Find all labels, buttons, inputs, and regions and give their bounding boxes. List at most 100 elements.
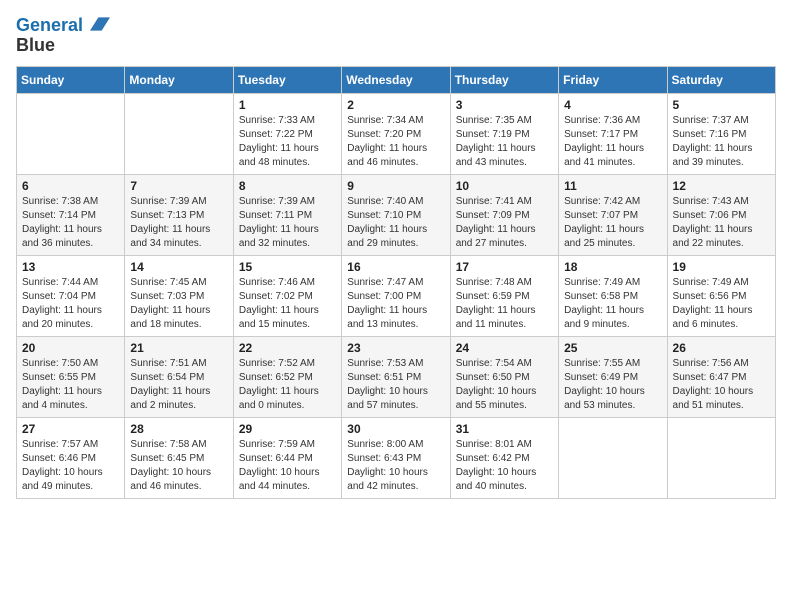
day-number: 20 xyxy=(22,341,119,355)
calendar-table: SundayMondayTuesdayWednesdayThursdayFrid… xyxy=(16,66,776,499)
day-number: 28 xyxy=(130,422,227,436)
day-info: Sunrise: 7:49 AM Sunset: 6:58 PM Dayligh… xyxy=(564,276,661,332)
weekday-header-cell: Thursday xyxy=(450,66,558,93)
calendar-week-row: 27 Sunrise: 7:57 AM Sunset: 6:46 PM Dayli… xyxy=(17,417,776,498)
calendar-cell: 5 Sunrise: 7:37 AM Sunset: 7:16 PM Daylig… xyxy=(667,93,775,174)
calendar-body: 1 Sunrise: 7:33 AM Sunset: 7:22 PM Daylig… xyxy=(17,93,776,498)
calendar-cell xyxy=(17,93,125,174)
day-number: 27 xyxy=(22,422,119,436)
calendar-week-row: 13 Sunrise: 7:44 AM Sunset: 7:04 PM Dayli… xyxy=(17,255,776,336)
day-info: Sunrise: 7:33 AM Sunset: 7:22 PM Dayligh… xyxy=(239,114,336,170)
day-number: 9 xyxy=(347,179,444,193)
calendar-cell: 2 Sunrise: 7:34 AM Sunset: 7:20 PM Daylig… xyxy=(342,93,450,174)
calendar-cell: 18 Sunrise: 7:49 AM Sunset: 6:58 PM Dayli… xyxy=(559,255,667,336)
calendar-week-row: 20 Sunrise: 7:50 AM Sunset: 6:55 PM Dayli… xyxy=(17,336,776,417)
day-info: Sunrise: 7:34 AM Sunset: 7:20 PM Dayligh… xyxy=(347,114,444,170)
day-number: 14 xyxy=(130,260,227,274)
logo-text: General xyxy=(16,16,110,36)
day-number: 13 xyxy=(22,260,119,274)
day-number: 31 xyxy=(456,422,553,436)
calendar-cell: 16 Sunrise: 7:47 AM Sunset: 7:00 PM Dayli… xyxy=(342,255,450,336)
calendar-cell: 14 Sunrise: 7:45 AM Sunset: 7:03 PM Dayli… xyxy=(125,255,233,336)
day-number: 2 xyxy=(347,98,444,112)
calendar-cell: 25Sunrise: 7:55 AM Sunset: 6:49 PM Dayli… xyxy=(559,336,667,417)
day-info: Sunrise: 7:41 AM Sunset: 7:09 PM Dayligh… xyxy=(456,195,553,251)
day-number: 18 xyxy=(564,260,661,274)
day-info: Sunrise: 7:40 AM Sunset: 7:10 PM Dayligh… xyxy=(347,195,444,251)
day-number: 23 xyxy=(347,341,444,355)
day-info: Sunrise: 7:58 AM Sunset: 6:45 PM Dayligh… xyxy=(130,438,227,494)
calendar-cell: 8 Sunrise: 7:39 AM Sunset: 7:11 PM Daylig… xyxy=(233,174,341,255)
weekday-header-cell: Wednesday xyxy=(342,66,450,93)
calendar-cell: 12 Sunrise: 7:43 AM Sunset: 7:06 PM Dayli… xyxy=(667,174,775,255)
page-header: General Blue xyxy=(16,16,776,56)
day-number: 12 xyxy=(673,179,770,193)
calendar-cell: 21Sunrise: 7:51 AM Sunset: 6:54 PM Dayli… xyxy=(125,336,233,417)
day-info: Sunrise: 7:50 AM Sunset: 6:55 PM Dayligh… xyxy=(22,357,119,413)
calendar-cell: 11 Sunrise: 7:42 AM Sunset: 7:07 PM Dayli… xyxy=(559,174,667,255)
calendar-week-row: 6Sunrise: 7:38 AM Sunset: 7:14 PM Daylig… xyxy=(17,174,776,255)
calendar-cell: 19 Sunrise: 7:49 AM Sunset: 6:56 PM Dayli… xyxy=(667,255,775,336)
day-info: Sunrise: 7:43 AM Sunset: 7:06 PM Dayligh… xyxy=(673,195,770,251)
calendar-cell: 1 Sunrise: 7:33 AM Sunset: 7:22 PM Daylig… xyxy=(233,93,341,174)
calendar-cell: 29Sunrise: 7:59 AM Sunset: 6:44 PM Dayli… xyxy=(233,417,341,498)
day-info: Sunrise: 7:45 AM Sunset: 7:03 PM Dayligh… xyxy=(130,276,227,332)
day-number: 26 xyxy=(673,341,770,355)
calendar-cell: 9 Sunrise: 7:40 AM Sunset: 7:10 PM Daylig… xyxy=(342,174,450,255)
calendar-cell: 28 Sunrise: 7:58 AM Sunset: 6:45 PM Dayli… xyxy=(125,417,233,498)
day-number: 11 xyxy=(564,179,661,193)
day-info: Sunrise: 7:48 AM Sunset: 6:59 PM Dayligh… xyxy=(456,276,553,332)
calendar-cell: 10Sunrise: 7:41 AM Sunset: 7:09 PM Dayli… xyxy=(450,174,558,255)
weekday-header-cell: Saturday xyxy=(667,66,775,93)
calendar-cell: 6Sunrise: 7:38 AM Sunset: 7:14 PM Daylig… xyxy=(17,174,125,255)
day-info: Sunrise: 7:37 AM Sunset: 7:16 PM Dayligh… xyxy=(673,114,770,170)
day-info: Sunrise: 7:56 AM Sunset: 6:47 PM Dayligh… xyxy=(673,357,770,413)
day-info: Sunrise: 7:57 AM Sunset: 6:46 PM Dayligh… xyxy=(22,438,119,494)
day-number: 19 xyxy=(673,260,770,274)
calendar-cell: 13 Sunrise: 7:44 AM Sunset: 7:04 PM Dayli… xyxy=(17,255,125,336)
calendar-cell: 24Sunrise: 7:54 AM Sunset: 6:50 PM Dayli… xyxy=(450,336,558,417)
calendar-cell xyxy=(125,93,233,174)
logo: General Blue xyxy=(16,16,110,56)
weekday-header-cell: Tuesday xyxy=(233,66,341,93)
day-info: Sunrise: 7:53 AM Sunset: 6:51 PM Dayligh… xyxy=(347,357,444,413)
weekday-header-cell: Monday xyxy=(125,66,233,93)
weekday-header-cell: Sunday xyxy=(17,66,125,93)
calendar-cell: 27 Sunrise: 7:57 AM Sunset: 6:46 PM Dayli… xyxy=(17,417,125,498)
day-number: 5 xyxy=(673,98,770,112)
calendar-cell: 30Sunrise: 8:00 AM Sunset: 6:43 PM Dayli… xyxy=(342,417,450,498)
day-info: Sunrise: 7:49 AM Sunset: 6:56 PM Dayligh… xyxy=(673,276,770,332)
day-info: Sunrise: 7:35 AM Sunset: 7:19 PM Dayligh… xyxy=(456,114,553,170)
day-number: 17 xyxy=(456,260,553,274)
day-number: 3 xyxy=(456,98,553,112)
day-info: Sunrise: 7:44 AM Sunset: 7:04 PM Dayligh… xyxy=(22,276,119,332)
calendar-cell xyxy=(559,417,667,498)
day-number: 1 xyxy=(239,98,336,112)
day-number: 22 xyxy=(239,341,336,355)
day-info: Sunrise: 7:47 AM Sunset: 7:00 PM Dayligh… xyxy=(347,276,444,332)
day-info: Sunrise: 7:39 AM Sunset: 7:11 PM Dayligh… xyxy=(239,195,336,251)
calendar-cell: 15Sunrise: 7:46 AM Sunset: 7:02 PM Dayli… xyxy=(233,255,341,336)
calendar-cell: 31 Sunrise: 8:01 AM Sunset: 6:42 PM Dayli… xyxy=(450,417,558,498)
weekday-header-row: SundayMondayTuesdayWednesdayThursdayFrid… xyxy=(17,66,776,93)
day-number: 7 xyxy=(130,179,227,193)
calendar-cell: 4 Sunrise: 7:36 AM Sunset: 7:17 PM Daylig… xyxy=(559,93,667,174)
day-info: Sunrise: 7:39 AM Sunset: 7:13 PM Dayligh… xyxy=(130,195,227,251)
day-info: Sunrise: 7:51 AM Sunset: 6:54 PM Dayligh… xyxy=(130,357,227,413)
weekday-header-cell: Friday xyxy=(559,66,667,93)
calendar-cell: 20 Sunrise: 7:50 AM Sunset: 6:55 PM Dayli… xyxy=(17,336,125,417)
day-info: Sunrise: 7:36 AM Sunset: 7:17 PM Dayligh… xyxy=(564,114,661,170)
calendar-week-row: 1 Sunrise: 7:33 AM Sunset: 7:22 PM Daylig… xyxy=(17,93,776,174)
calendar-cell: 23 Sunrise: 7:53 AM Sunset: 6:51 PM Dayli… xyxy=(342,336,450,417)
logo-blue-text: Blue xyxy=(16,35,55,55)
day-info: Sunrise: 8:01 AM Sunset: 6:42 PM Dayligh… xyxy=(456,438,553,494)
day-number: 16 xyxy=(347,260,444,274)
day-info: Sunrise: 7:42 AM Sunset: 7:07 PM Dayligh… xyxy=(564,195,661,251)
day-info: Sunrise: 8:00 AM Sunset: 6:43 PM Dayligh… xyxy=(347,438,444,494)
day-info: Sunrise: 7:38 AM Sunset: 7:14 PM Dayligh… xyxy=(22,195,119,251)
day-info: Sunrise: 7:52 AM Sunset: 6:52 PM Dayligh… xyxy=(239,357,336,413)
day-number: 8 xyxy=(239,179,336,193)
day-number: 24 xyxy=(456,341,553,355)
day-number: 4 xyxy=(564,98,661,112)
calendar-cell xyxy=(667,417,775,498)
